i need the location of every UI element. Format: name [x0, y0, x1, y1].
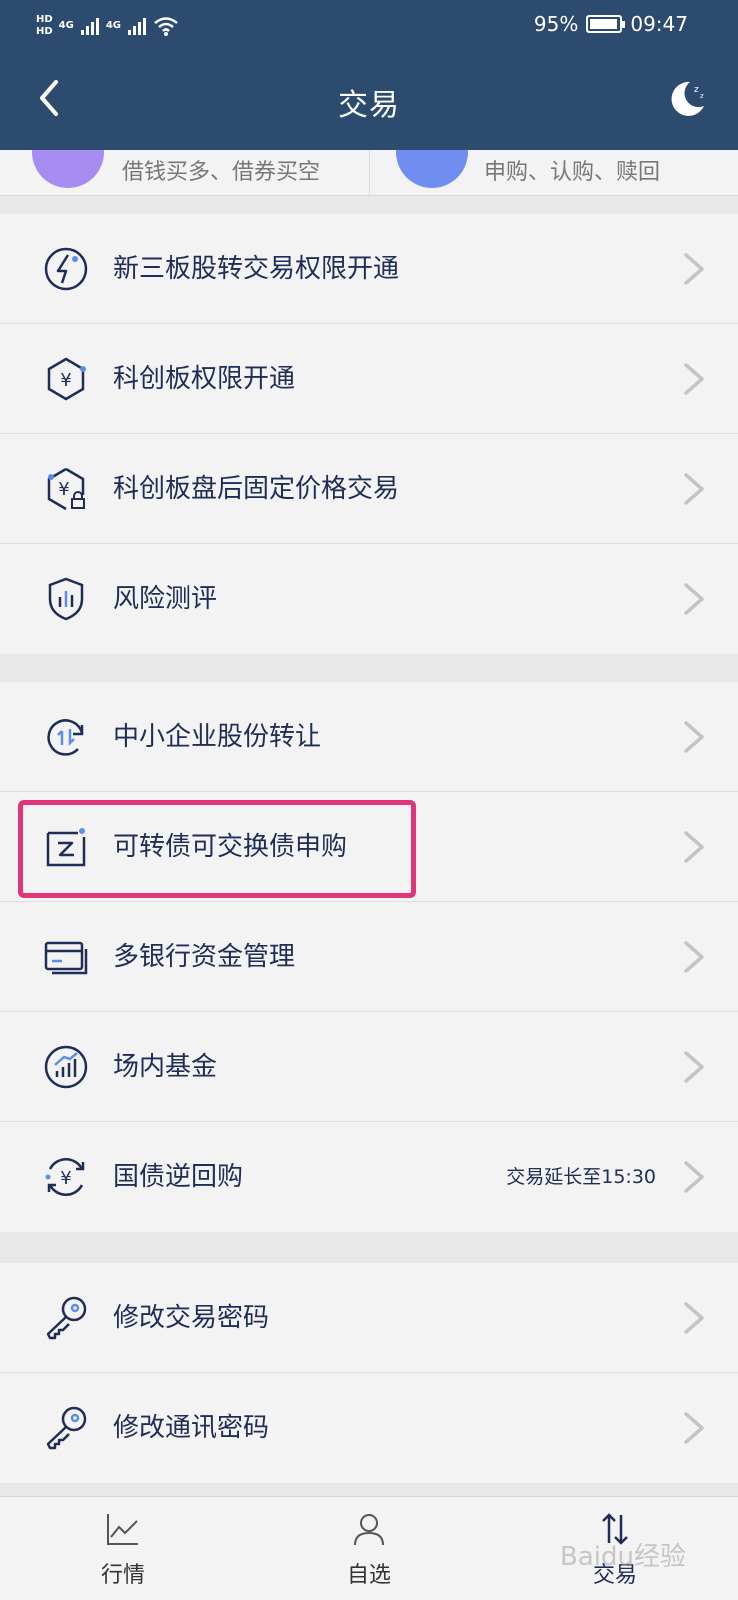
menu-group-permissions: 新三板股转交易权限开通 ¥ 科创板权限开通 ¥ 科创板盘后固定价格交易 风险测评: [0, 214, 738, 654]
chevron-right-icon: [684, 1302, 704, 1334]
yuan-hexagon-lock-icon: ¥: [47, 467, 85, 511]
growth-chart-icon: [44, 1045, 88, 1089]
menu-item-label: 新三板股转交易权限开通: [113, 254, 400, 284]
bond-document-icon: [46, 828, 86, 867]
tab-label: 自选: [346, 1563, 391, 1588]
network-type-1: 4G: [58, 20, 74, 31]
svg-text:z: z: [694, 85, 699, 95]
page-title: 交易: [338, 88, 400, 123]
menu-item-label: 多银行资金管理: [113, 942, 296, 972]
chevron-right-icon: [684, 1412, 704, 1444]
exchange-arrows-icon: [602, 1513, 628, 1545]
menu-item-exchange-funds[interactable]: 场内基金: [0, 1012, 738, 1122]
transfer-cycle-icon: [47, 719, 84, 756]
menu-item-label: 修改通讯密码: [113, 1413, 270, 1443]
svg-text:¥: ¥: [58, 479, 69, 500]
night-mode-button[interactable]: zz: [664, 76, 710, 122]
hd-label-1: HD: [36, 14, 53, 25]
bank-cards-icon: [44, 941, 88, 975]
chevron-right-icon: [684, 583, 704, 615]
fund-shortcut[interactable]: 申购、认购、赎回: [369, 150, 737, 195]
menu-item-label: 场内基金: [113, 1052, 218, 1082]
key-icon: [46, 1296, 87, 1340]
menu-item-label: 科创板盘后固定价格交易: [113, 474, 400, 504]
shortcut-desc: 申购、认购、赎回: [484, 160, 661, 185]
chevron-right-icon: [684, 1051, 704, 1083]
fund-icon: [396, 150, 468, 188]
yuan-refresh-icon: ¥: [45, 1158, 85, 1196]
menu-group-trading: 中小企业股份转让 可转债可交换债申购 多银行资金管理 场内基金 ¥ 国债逆回购 …: [0, 682, 738, 1232]
svg-text:z: z: [700, 92, 704, 100]
shield-chart-icon: [48, 577, 84, 621]
chevron-right-icon: [684, 253, 704, 285]
menu-item-label: 国债逆回购: [113, 1162, 244, 1192]
tab-label: 交易: [592, 1563, 637, 1588]
moon-icon: zz: [671, 81, 704, 116]
menu-item-multi-bank-funds[interactable]: 多银行资金管理: [0, 902, 738, 1012]
chevron-right-icon: [684, 831, 704, 863]
bottom-tab-bar: 行情 自选 交易: [0, 1496, 738, 1600]
menu-item-convertible-bond-subscription[interactable]: 可转债可交换债申购: [0, 792, 738, 902]
chevron-right-icon: [684, 473, 704, 505]
tab-trade[interactable]: 交易: [492, 1497, 738, 1600]
menu-group-passwords: 修改交易密码 修改通讯密码: [0, 1263, 738, 1483]
yuan-hexagon-icon: ¥: [47, 357, 86, 401]
battery-icon: [586, 15, 626, 33]
nav-bar: 交易 zz: [0, 52, 738, 150]
menu-item-change-trade-password[interactable]: 修改交易密码: [0, 1263, 738, 1373]
menu-item-label: 中小企业股份转让: [113, 722, 322, 752]
hd-badges: HD HD: [36, 14, 53, 38]
shortcut-desc: 借钱买多、借券买空: [122, 160, 321, 185]
menu-item-sme-share-transfer[interactable]: 中小企业股份转让: [0, 682, 738, 792]
hd-label-2: HD: [36, 26, 53, 37]
margin-trading-icon: [32, 150, 104, 188]
chevron-right-icon: [684, 363, 704, 395]
chevron-right-icon: [684, 1161, 704, 1193]
key-icon: [46, 1406, 87, 1450]
signal-icon: [80, 18, 99, 35]
menu-item-change-comm-password[interactable]: 修改通讯密码: [0, 1373, 738, 1483]
tab-watchlist[interactable]: 自选: [246, 1497, 492, 1600]
svg-text:¥: ¥: [60, 370, 71, 391]
menu-item-neeq-trading[interactable]: 新三板股转交易权限开通: [0, 214, 738, 324]
menu-item-label: 修改交易密码: [113, 1303, 270, 1333]
menu-item-label: 风险测评: [113, 584, 218, 614]
menu-item-star-market[interactable]: ¥ 科创板权限开通: [0, 324, 738, 434]
tab-label: 行情: [100, 1563, 145, 1588]
tab-market[interactable]: 行情: [0, 1497, 246, 1600]
battery-percent: 95%: [533, 12, 579, 36]
menu-item-treasury-reverse-repo[interactable]: ¥ 国债逆回购 交易延长至15:30: [0, 1122, 738, 1232]
menu-item-risk-assessment[interactable]: 风险测评: [0, 544, 738, 654]
menu-item-label: 科创板权限开通: [113, 364, 296, 394]
chevron-right-icon: [684, 941, 704, 973]
network-type-2: 4G: [105, 20, 122, 31]
signal-icon: [128, 18, 147, 35]
trading-hours-note: 交易延长至15:30: [506, 1166, 656, 1188]
menu-item-star-after-hours[interactable]: ¥ 科创板盘后固定价格交易: [0, 434, 738, 544]
shortcut-strip: 借钱买多、借券买空 申购、认购、赎回: [0, 150, 738, 196]
app-header: HD HD 4G 4G 95% 09:47 交易 zz: [0, 0, 738, 150]
wifi-icon: [154, 17, 178, 36]
person-icon: [354, 1514, 384, 1546]
line-chart-icon: [107, 1514, 138, 1545]
svg-text:¥: ¥: [60, 1168, 71, 1189]
menu-item-label: 可转债可交换债申购: [113, 832, 348, 862]
chevron-right-icon: [684, 721, 704, 753]
lightning-circle-icon: [44, 247, 88, 291]
clock: 09:47: [630, 12, 688, 36]
status-bar: HD HD 4G 4G 95% 09:47: [0, 0, 738, 52]
margin-trading-shortcut[interactable]: 借钱买多、借券买空: [0, 150, 368, 195]
